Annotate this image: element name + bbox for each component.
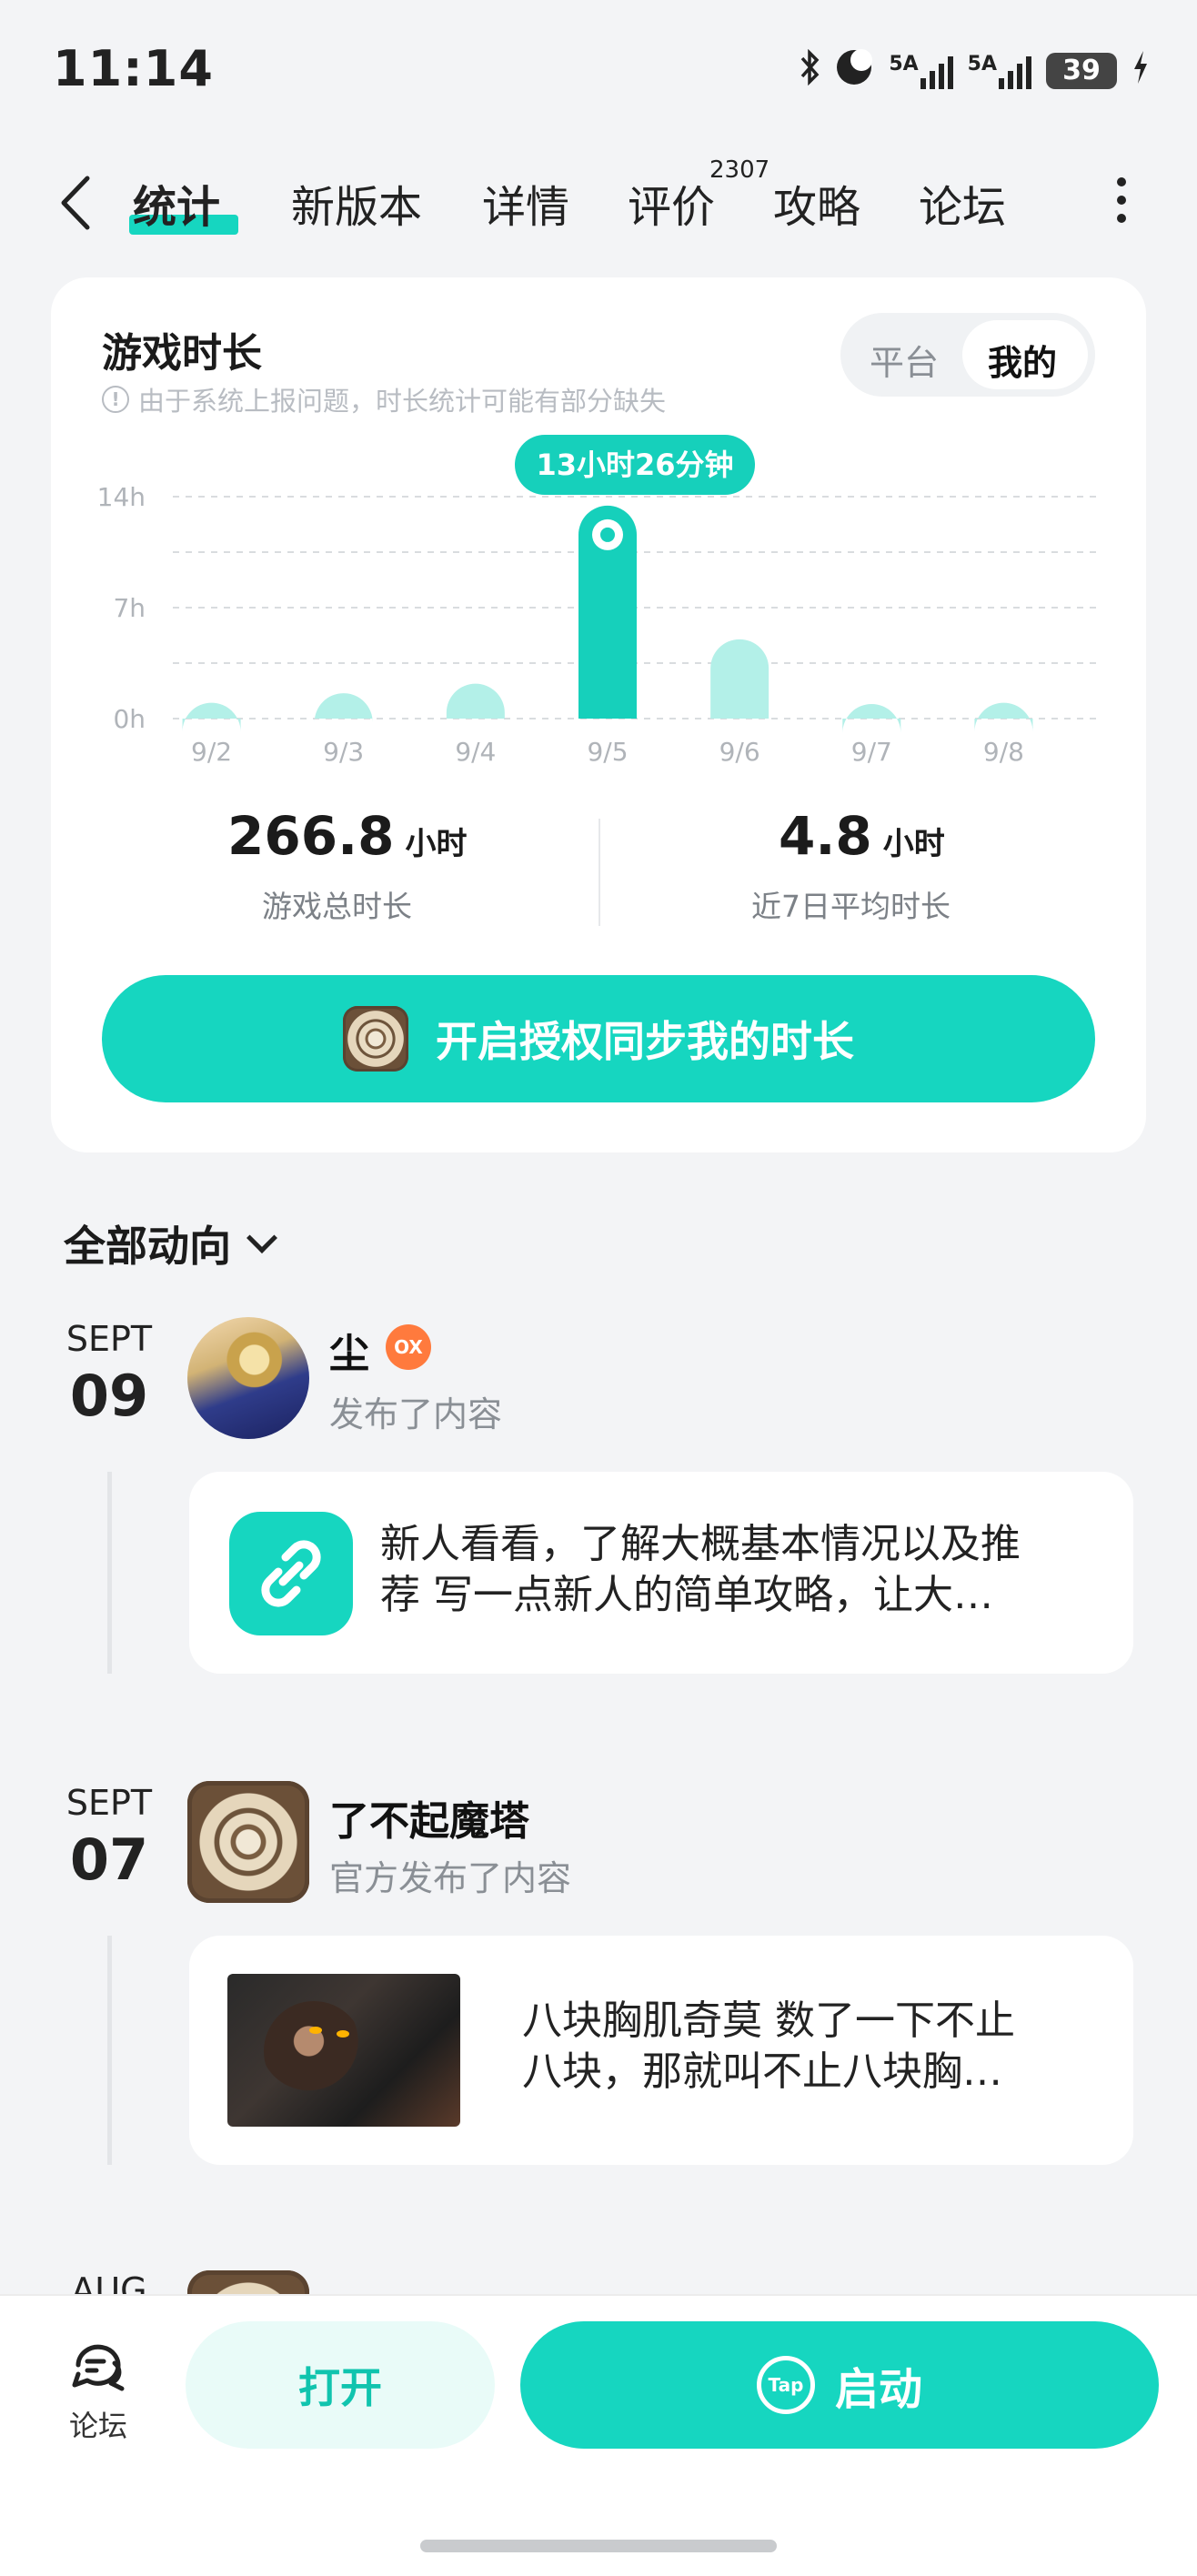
x-tick-label: 9/5 <box>587 737 628 767</box>
sync-playtime-button[interactable]: 开启授权同步我的时长 <box>102 975 1095 1102</box>
user-action: 官方发布了内容 <box>329 1858 572 1898</box>
back-arrow-icon <box>61 176 90 230</box>
post-text: 新人看看，了解大概基本情况以及推 荐 写一点新人的简单攻略，让大… <box>380 1521 1021 1618</box>
toggle-mine[interactable]: 我的 <box>988 335 1057 385</box>
x-tick-label: 9/7 <box>851 737 892 767</box>
total-playtime: 266.8 小时 <box>227 805 468 867</box>
reviews-count-badge: 2307 <box>709 156 770 184</box>
bar-9/3 <box>314 693 373 723</box>
y-tick-label: 14h <box>97 482 146 512</box>
post-text: 八块胸肌奇莫 数了一下不止 八块，那就叫不止八块胸… <box>522 1997 1015 2095</box>
y-tick-label: 0h <box>113 704 146 734</box>
feed-date-day: 09 <box>69 1363 149 1429</box>
tap-logo-icon: Tap <box>756 2356 815 2414</box>
user-action: 发布了内容 <box>329 1394 503 1434</box>
official-avatar[interactable] <box>187 1781 309 1903</box>
user-name[interactable]: 了不起魔塔 <box>329 1788 529 1846</box>
x-tick-label: 9/3 <box>323 737 364 767</box>
timeline-line <box>107 1472 112 1674</box>
bar-9/8 <box>974 702 1033 732</box>
playtime-title: 游戏时长 <box>102 330 262 377</box>
playtime-bar-chart: 0h 7h 14h 9/2 9/3 9/4 9/5 9/6 9/7 9/8 <box>97 482 1097 767</box>
status-icons: 5A 5A 39 <box>800 47 1150 94</box>
back-button[interactable] <box>56 173 96 233</box>
launch-button[interactable]: Tap 启动 <box>520 2321 1159 2449</box>
feed-filter[interactable]: 全部动向 <box>64 1213 277 1273</box>
x-tick-label: 9/8 <box>983 737 1024 767</box>
avatar[interactable] <box>187 1317 309 1439</box>
average-playtime-label: 近7日平均时长 <box>751 889 951 924</box>
tab-reviews[interactable]: 评价 <box>628 171 715 235</box>
bar-9/6 <box>710 639 770 719</box>
total-playtime-label: 游戏总时长 <box>262 889 412 924</box>
summary-divider <box>598 819 600 926</box>
more-options-icon[interactable] <box>1115 177 1128 223</box>
toggle-platform[interactable]: 平台 <box>870 335 939 385</box>
average-playtime: 4.8 小时 <box>779 805 945 867</box>
game-app-icon <box>343 1006 408 1072</box>
open-button[interactable]: 打开 <box>186 2321 495 2449</box>
x-tick-label: 9/2 <box>191 737 232 767</box>
forum-label[interactable]: 论坛 <box>67 2403 129 2445</box>
bar-9/4 <box>446 683 505 719</box>
bar-tooltip: 13小时26分钟 <box>515 435 755 495</box>
tab-new-version[interactable]: 新版本 <box>291 171 422 235</box>
info-icon: ! <box>102 386 129 413</box>
home-indicator[interactable] <box>420 2540 777 2552</box>
bar-marker-dot <box>600 527 615 542</box>
tab-guides[interactable]: 攻略 <box>773 171 860 235</box>
tab-details[interactable]: 详情 <box>482 171 569 235</box>
x-tick-label: 9/6 <box>719 737 760 767</box>
feed-date-month: SEPT <box>65 1783 153 1823</box>
x-tick-label: 9/4 <box>455 737 496 767</box>
battery-icon: 39 <box>1046 52 1117 89</box>
tab-forum[interactable]: 论坛 <box>919 171 1006 235</box>
y-tick-label: 7h <box>113 593 146 623</box>
forum-icon[interactable] <box>67 2338 129 2394</box>
feed-date-month: SEPT <box>65 1319 153 1359</box>
post-thumbnail <box>227 1974 460 2127</box>
do-not-disturb-icon <box>834 47 874 94</box>
signal-2: 5A <box>968 53 1031 89</box>
playtime-note: ! 由于系统上报问题，时长统计可能有部分缺失 <box>102 380 666 418</box>
signal-1: 5A <box>889 53 953 89</box>
status-time: 11:14 <box>53 40 214 97</box>
bar-9/2 <box>182 702 241 732</box>
feed-date-day: 07 <box>69 1826 149 1893</box>
bar-9/7 <box>842 704 901 733</box>
timeline-line <box>107 1936 112 2165</box>
user-badge-icon: OX <box>386 1324 431 1370</box>
link-icon <box>229 1512 353 1635</box>
tab-statistics[interactable]: 统计 <box>133 171 220 235</box>
bluetooth-icon <box>800 48 820 92</box>
charging-icon <box>1132 49 1150 92</box>
chevron-down-icon <box>246 1223 277 1253</box>
user-name[interactable]: 尘 <box>329 1321 369 1379</box>
